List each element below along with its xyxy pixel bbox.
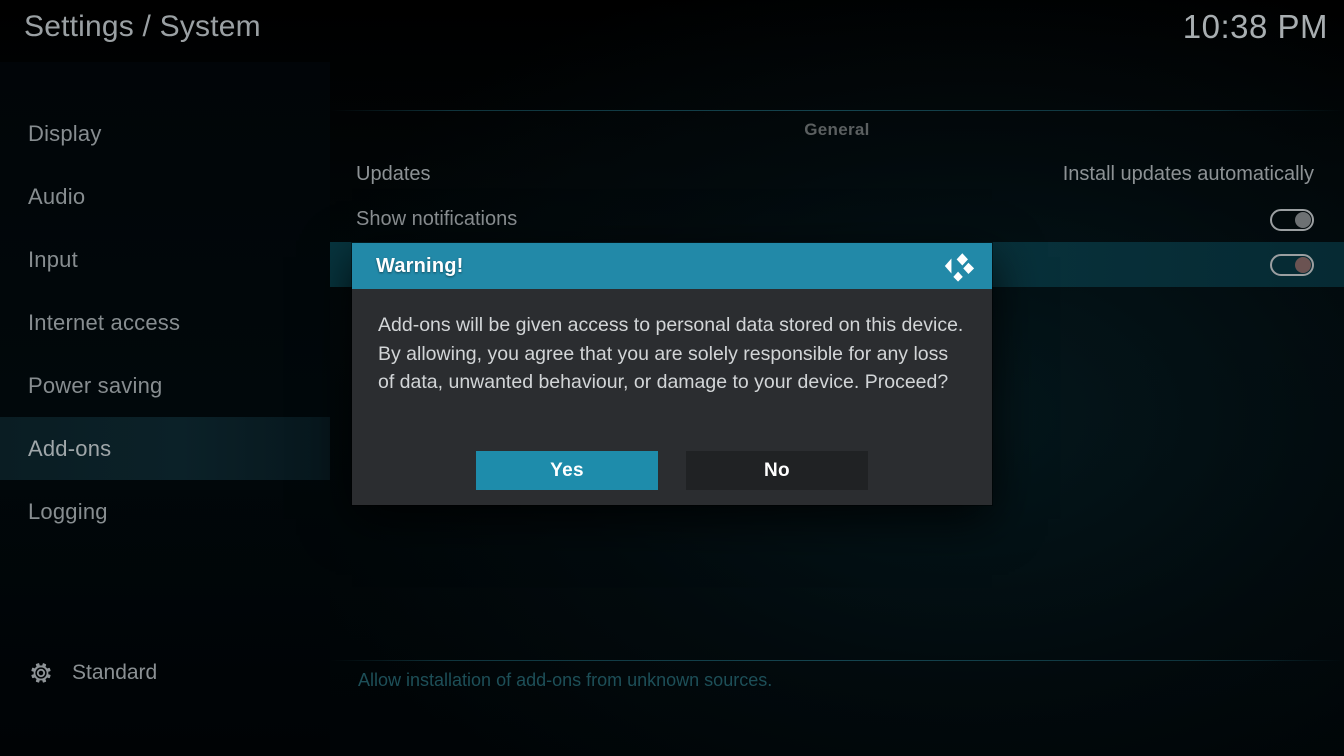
sidebar-item-label: Display — [28, 120, 102, 146]
toggle-knob — [1295, 211, 1311, 228]
sidebar-item-internet-access[interactable]: Internet access — [0, 291, 330, 354]
sidebar-item-label: Add-ons — [28, 435, 112, 461]
clock: 10:38 PM — [1182, 8, 1328, 45]
no-button[interactable]: No — [686, 451, 868, 490]
sidebar-item-label: Power saving — [28, 372, 163, 398]
dialog-message: Add-ons will be given access to personal… — [378, 314, 964, 394]
kodi-settings-screen: Settings / System 10:38 PM Display Audio… — [0, 0, 1344, 756]
content-top-divider — [330, 110, 1344, 111]
yes-button[interactable]: Yes — [476, 451, 658, 490]
unknown-sources-toggle[interactable] — [1270, 253, 1314, 276]
sidebar-item-label: Input — [28, 246, 78, 272]
top-bar: Settings / System 10:38 PM — [0, 0, 1344, 62]
sidebar: Display Audio Input Internet access Powe… — [0, 62, 330, 756]
sidebar-item-logging[interactable]: Logging — [0, 480, 330, 543]
dialog-button-row: Yes No — [352, 451, 992, 490]
sidebar-item-audio[interactable]: Audio — [0, 165, 330, 228]
dialog-body: Add-ons will be given access to personal… — [352, 289, 992, 505]
kodi-logo-icon — [940, 249, 978, 283]
setting-label: Show notifications — [356, 208, 518, 230]
sidebar-item-power-saving[interactable]: Power saving — [0, 354, 330, 417]
setting-row-updates[interactable]: Updates Install updates automatically — [330, 152, 1344, 197]
show-notifications-toggle[interactable] — [1270, 208, 1314, 231]
sidebar-category-list: Display Audio Input Internet access Powe… — [0, 102, 330, 543]
settings-level-label: Standard — [72, 661, 158, 684]
content-bottom-divider — [330, 660, 1344, 661]
sidebar-item-label: Internet access — [28, 309, 181, 335]
setting-help-text: Allow installation of add-ons from unkno… — [358, 670, 773, 690]
sidebar-item-add-ons[interactable]: Add-ons — [0, 417, 330, 480]
settings-group-header: General — [804, 120, 870, 139]
dialog-title-bar: Warning! — [352, 243, 992, 289]
setting-label: Updates — [356, 163, 431, 185]
toggle-knob — [1295, 256, 1311, 273]
page-title: Settings / System — [24, 10, 261, 43]
sidebar-item-label: Audio — [28, 183, 86, 209]
dialog-title: Warning! — [376, 254, 464, 277]
gear-icon — [28, 660, 54, 686]
sidebar-item-display[interactable]: Display — [0, 102, 330, 165]
setting-row-show-notifications[interactable]: Show notifications — [330, 197, 1344, 242]
sidebar-item-label: Logging — [28, 498, 108, 524]
settings-level-selector[interactable]: Standard — [0, 660, 330, 686]
setting-value: Install updates automatically — [1062, 163, 1314, 185]
warning-dialog: Warning! Add-ons will be given access to… — [352, 243, 992, 505]
sidebar-item-input[interactable]: Input — [0, 228, 330, 291]
